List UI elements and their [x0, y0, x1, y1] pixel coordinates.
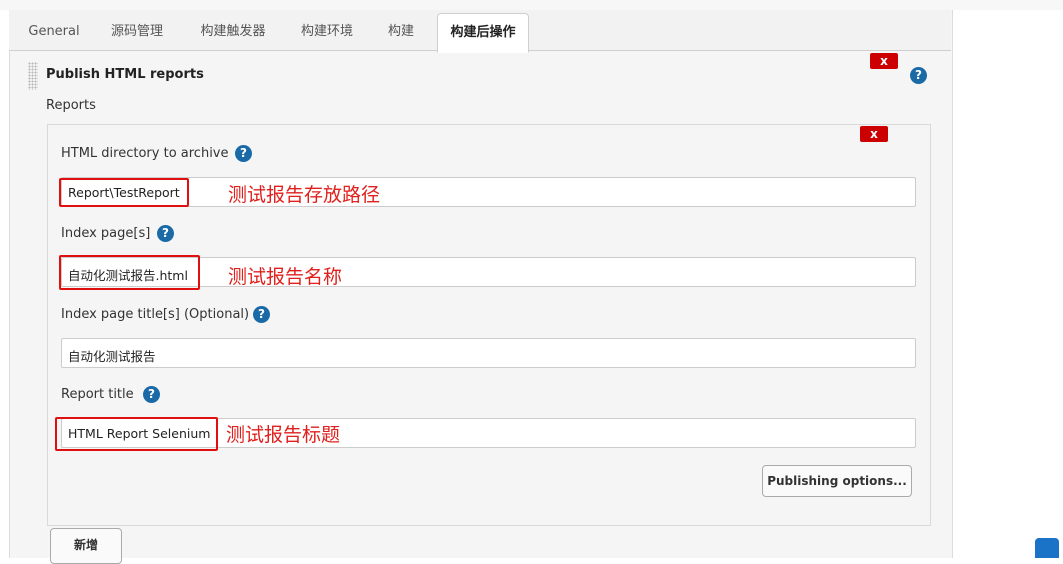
highlight-box — [59, 178, 189, 207]
delete-section-button[interactable]: x — [870, 53, 898, 69]
field-label-html-directory: HTML directory to archive — [61, 146, 229, 161]
help-icon[interactable]: ? — [157, 225, 174, 242]
index-page-title-value: 自动化测试报告 — [68, 349, 156, 364]
field-label-index-page-title: Index page title[s] (Optional) — [61, 307, 250, 322]
app-logo-icon — [1035, 538, 1059, 558]
tab-build-environment[interactable]: 构建环境 — [290, 12, 364, 50]
delete-report-button[interactable]: x — [860, 126, 888, 142]
index-page-title-input[interactable]: 自动化测试报告 — [61, 338, 916, 368]
annotation-text: 测试报告名称 — [228, 266, 343, 288]
help-icon[interactable]: ? — [253, 306, 270, 323]
drag-handle[interactable] — [28, 62, 38, 90]
help-icon[interactable]: ? — [143, 386, 160, 403]
top-strip — [0, 0, 1063, 10]
help-icon[interactable]: ? — [910, 67, 927, 84]
publishing-options-button[interactable]: Publishing options... — [762, 465, 912, 497]
html-directory-input[interactable]: Report\TestReport — [61, 177, 916, 207]
highlight-box — [59, 255, 200, 290]
annotation-text: 测试报告标题 — [226, 424, 341, 446]
field-label-index-pages: Index page[s] — [61, 226, 151, 241]
tab-build-triggers[interactable]: 构建触发器 — [188, 12, 278, 50]
tab-build[interactable]: 构建 — [378, 12, 424, 50]
field-label-report-title: Report title — [61, 387, 134, 402]
highlight-box — [55, 417, 218, 451]
section-title: Publish HTML reports — [46, 67, 204, 82]
reports-label: Reports — [46, 98, 96, 113]
help-icon[interactable]: ? — [235, 145, 252, 162]
tab-general[interactable]: General — [22, 12, 86, 50]
annotation-text: 测试报告存放路径 — [228, 184, 381, 206]
tab-source-management[interactable]: 源码管理 — [100, 12, 174, 50]
add-button[interactable]: 新增 — [50, 528, 122, 564]
tab-post-build-actions[interactable]: 构建后操作 — [437, 13, 529, 53]
